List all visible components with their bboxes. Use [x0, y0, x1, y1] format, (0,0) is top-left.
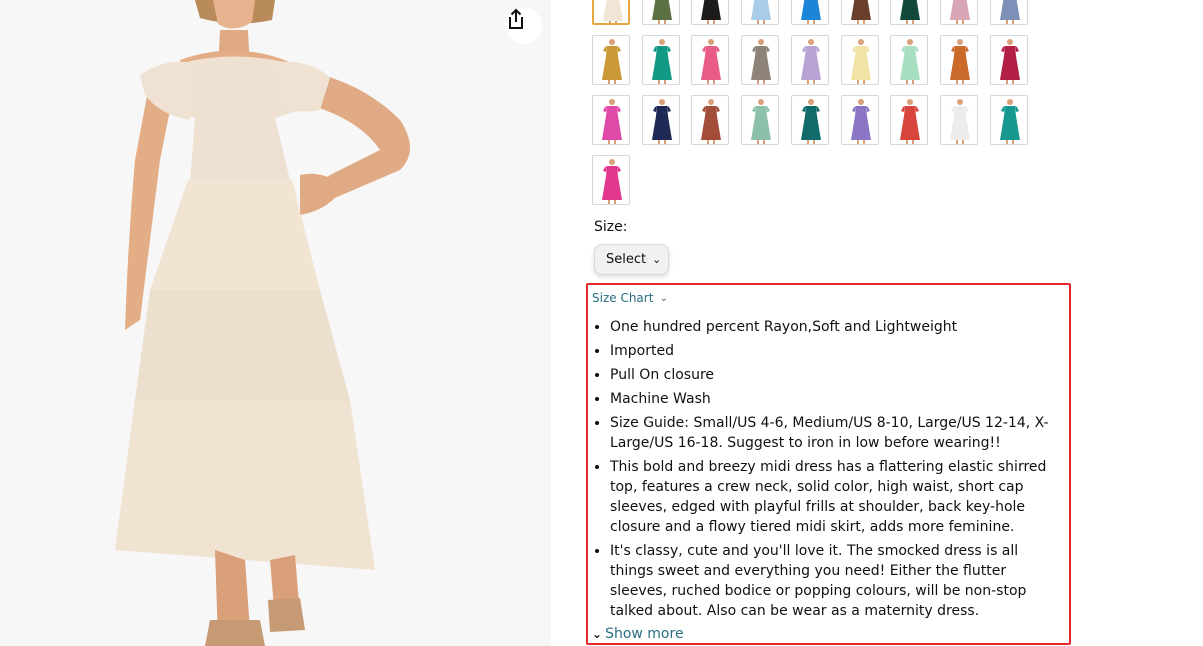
- product-feature-list: One hundred percent Rayon,Soft and Light…: [592, 317, 1060, 625]
- dress-thumbnail-icon: [801, 0, 821, 24]
- dress-thumbnail-icon: [751, 0, 771, 24]
- feature-bullet: Imported: [610, 341, 1060, 361]
- dress-thumbnail-icon: [602, 39, 622, 84]
- dress-thumbnail-icon: [801, 39, 821, 84]
- color-swatch[interactable]: [940, 35, 978, 85]
- dress-thumbnail-icon: [1000, 39, 1020, 84]
- dress-thumbnail-icon: [950, 99, 970, 144]
- dress-thumbnail-icon: [851, 99, 871, 144]
- dress-thumbnail-icon: [602, 99, 622, 144]
- dress-thumbnail-icon: [652, 0, 672, 24]
- dress-thumbnail-icon: [751, 99, 771, 144]
- show-more-label: Show more: [605, 626, 684, 642]
- color-swatch[interactable]: [791, 95, 829, 145]
- color-swatch[interactable]: [791, 35, 829, 85]
- dress-thumbnail-icon: [1000, 0, 1020, 24]
- color-swatch[interactable]: [592, 35, 630, 85]
- color-swatch[interactable]: [691, 95, 729, 145]
- color-swatch[interactable]: [642, 35, 680, 85]
- chevron-down-icon: ⌄: [592, 627, 603, 641]
- feature-bullet: This bold and breezy midi dress has a fl…: [610, 457, 1060, 537]
- share-icon: [509, 8, 523, 29]
- color-swatch[interactable]: [642, 0, 680, 25]
- dress-thumbnail-icon: [900, 39, 920, 84]
- dress-thumbnail-icon: [900, 99, 920, 144]
- dress-thumbnail-icon: [701, 99, 721, 144]
- dress-thumbnail-icon: [602, 159, 622, 204]
- dress-thumbnail-icon: [950, 0, 970, 24]
- feature-bullet: Size Guide: Small/US 4-6, Medium/US 8-10…: [610, 413, 1060, 453]
- color-swatch[interactable]: [841, 0, 879, 25]
- color-swatch[interactable]: [592, 155, 630, 205]
- color-swatch[interactable]: [741, 95, 779, 145]
- dress-thumbnail-icon: [701, 39, 721, 84]
- size-label: Size:: [594, 219, 628, 235]
- color-swatch[interactable]: [890, 0, 928, 25]
- color-swatch[interactable]: [741, 35, 779, 85]
- color-swatch[interactable]: [642, 95, 680, 145]
- color-swatch[interactable]: [940, 95, 978, 145]
- show-more-link[interactable]: ⌄ Show more: [592, 626, 684, 642]
- dress-thumbnail-icon: [900, 0, 920, 24]
- size-chart-link[interactable]: Size Chart ⌄: [592, 291, 668, 305]
- color-swatch[interactable]: [841, 35, 879, 85]
- color-swatch[interactable]: [691, 0, 729, 25]
- dress-model-illustration: [115, 0, 410, 646]
- feature-bullet: Machine Wash: [610, 389, 1060, 409]
- feature-bullet: It's classy, cute and you'll love it. Th…: [610, 541, 1060, 621]
- feature-bullet: One hundred percent Rayon,Soft and Light…: [610, 317, 1060, 337]
- dress-thumbnail-icon: [701, 0, 721, 24]
- dress-thumbnail-icon: [851, 0, 871, 24]
- size-select-value: Select: [606, 252, 647, 267]
- dress-thumbnail-icon: [851, 39, 871, 84]
- chevron-down-icon: ⌄: [659, 292, 668, 304]
- color-swatch[interactable]: [791, 0, 829, 25]
- color-swatch[interactable]: [691, 35, 729, 85]
- chevron-down-icon: ⌄: [652, 253, 662, 266]
- color-swatch[interactable]: [841, 95, 879, 145]
- dress-thumbnail-icon: [950, 39, 970, 84]
- size-select-dropdown[interactable]: Select ⌄: [594, 244, 669, 275]
- dress-thumbnail-icon: [652, 99, 672, 144]
- dress-thumbnail-icon: [652, 39, 672, 84]
- color-swatch[interactable]: [990, 0, 1028, 25]
- dress-thumbnail-icon: [801, 99, 821, 144]
- feature-bullet: Pull On closure: [610, 365, 1060, 385]
- color-swatch[interactable]: [592, 0, 630, 25]
- dress-thumbnail-icon: [751, 39, 771, 84]
- color-swatch[interactable]: [592, 95, 630, 145]
- color-swatch[interactable]: [940, 0, 978, 25]
- dress-thumbnail-icon: [603, 0, 623, 23]
- color-swatch[interactable]: [990, 95, 1028, 145]
- color-swatch[interactable]: [890, 95, 928, 145]
- share-button[interactable]: [506, 8, 542, 44]
- dress-thumbnail-icon: [1000, 99, 1020, 144]
- color-swatch[interactable]: [990, 35, 1028, 85]
- size-chart-label: Size Chart: [592, 291, 654, 305]
- color-swatch[interactable]: [741, 0, 779, 25]
- main-product-image[interactable]: [0, 0, 551, 646]
- color-swatch[interactable]: [890, 35, 928, 85]
